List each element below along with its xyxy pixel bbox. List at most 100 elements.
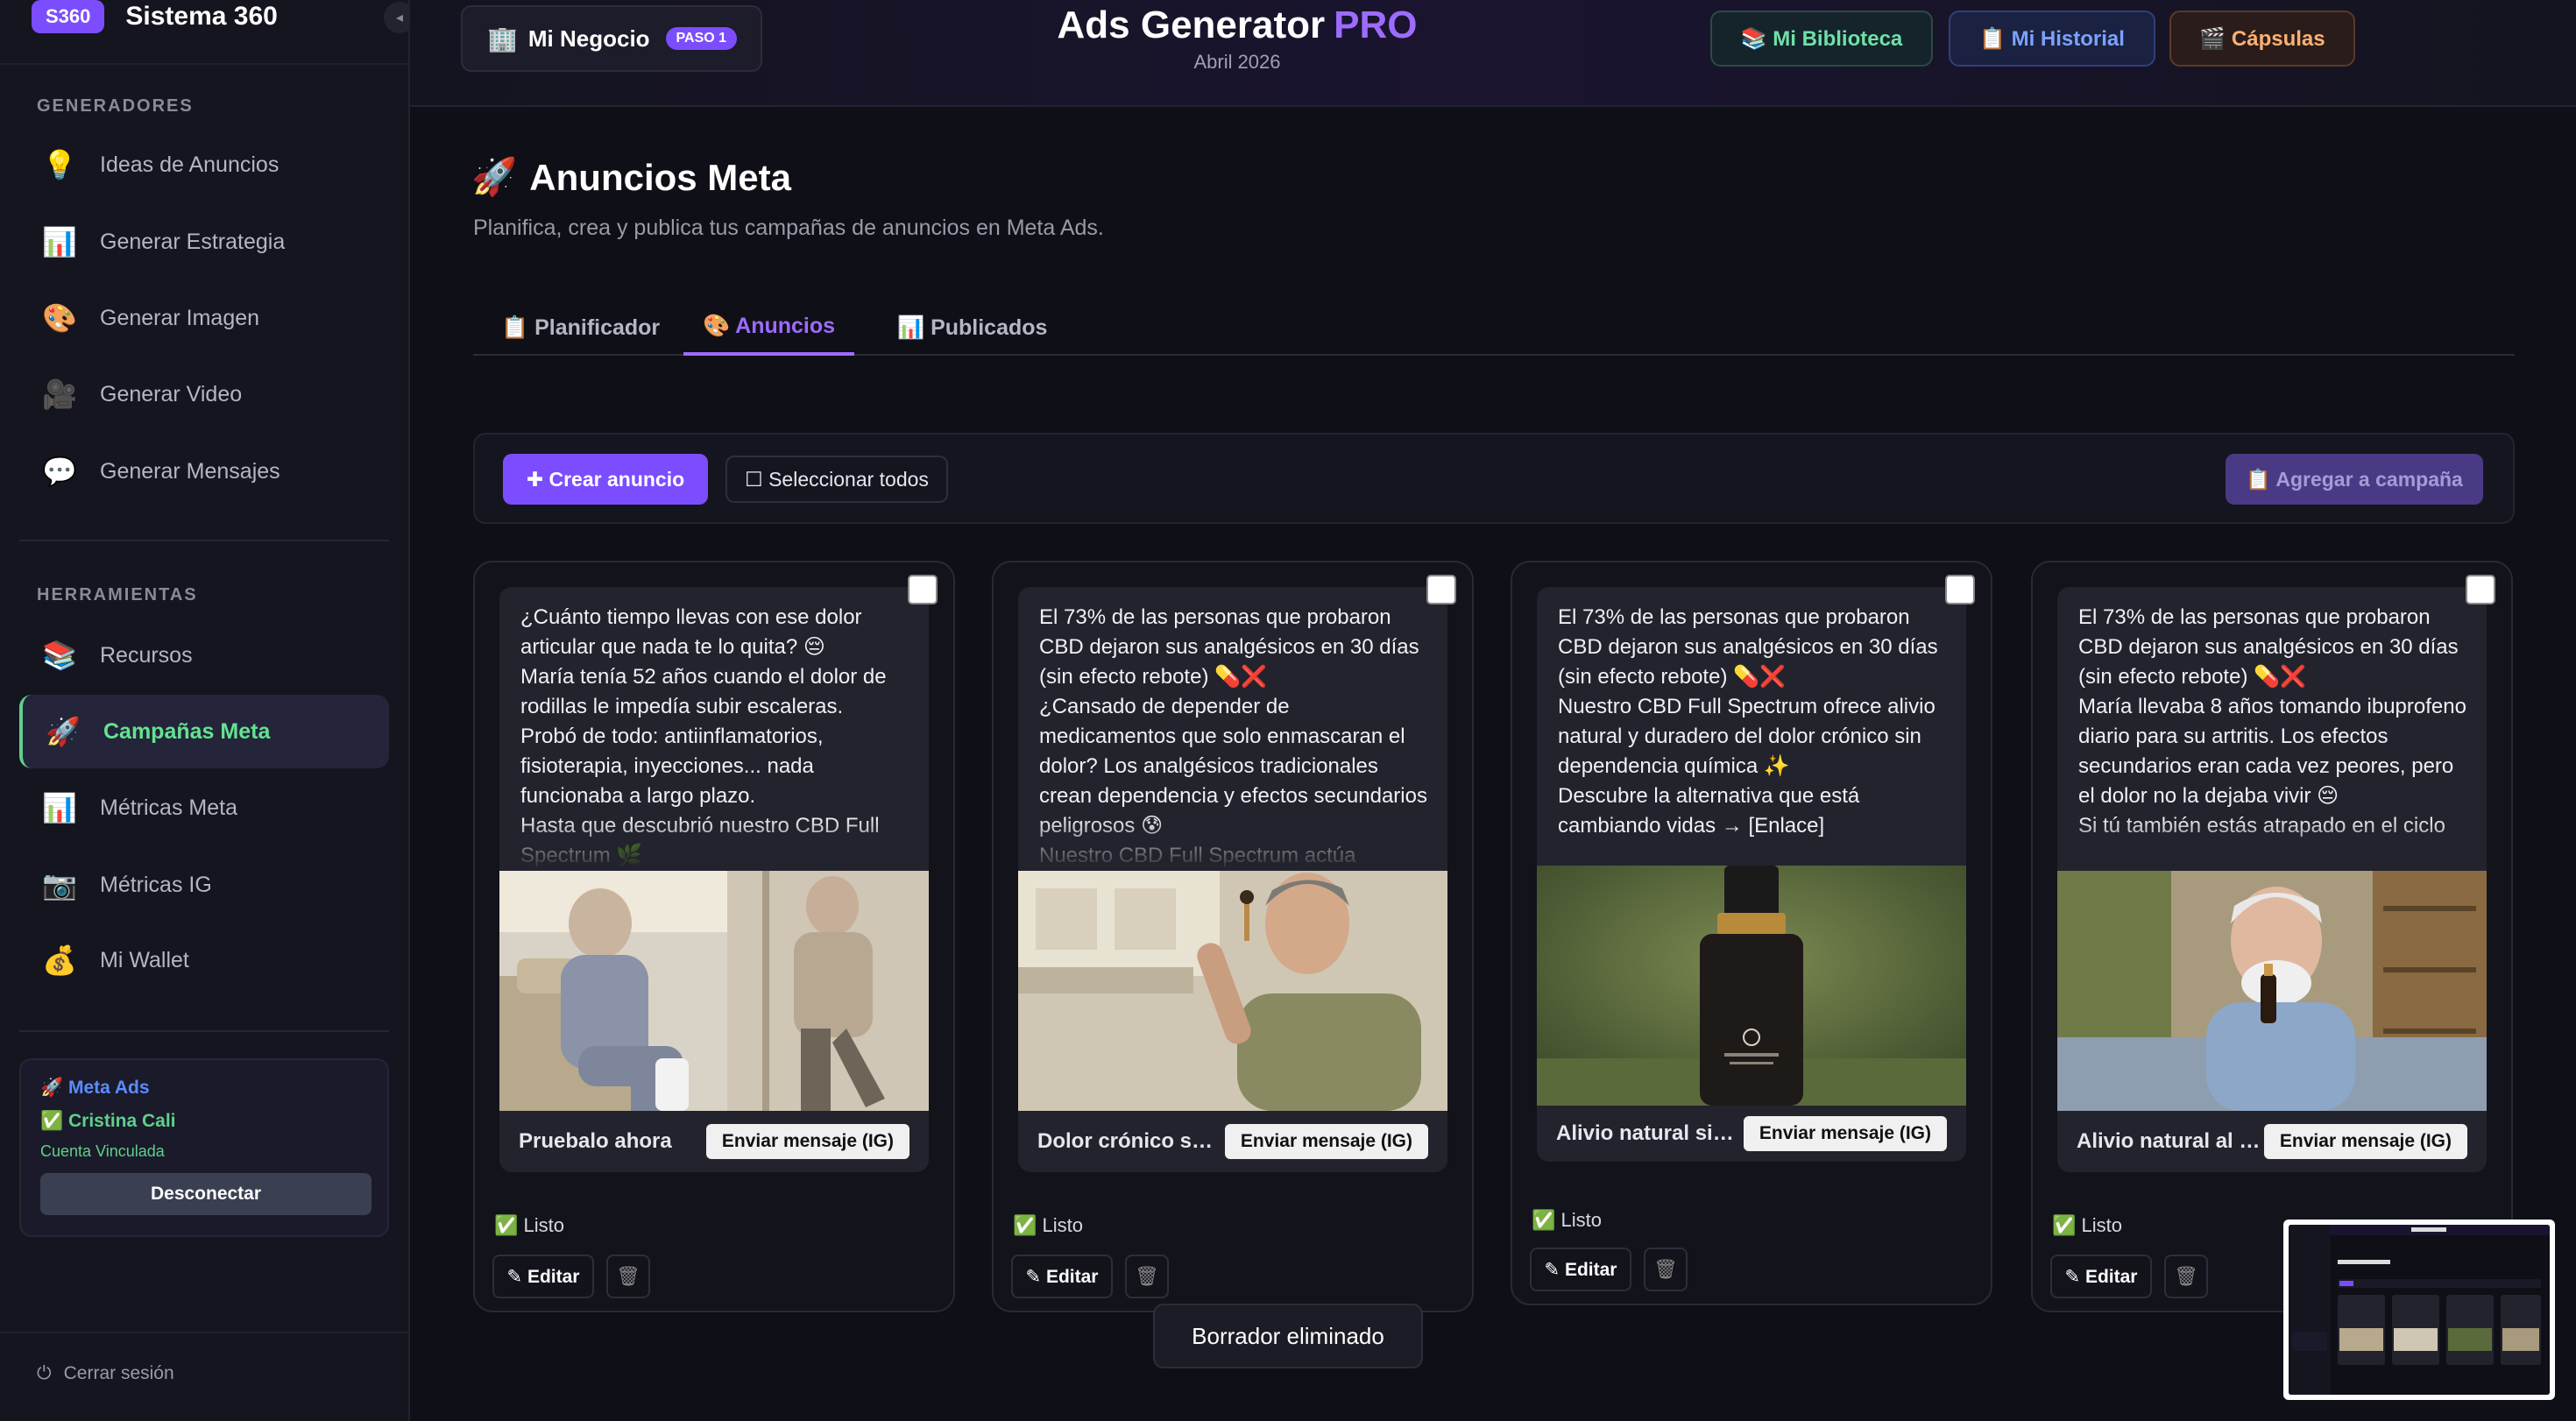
ad-copy: El 73% de las personas que probaron CBD …	[1039, 605, 1427, 867]
status-badge: ✅ Listo	[1532, 1209, 1602, 1231]
books-icon: 📚	[42, 640, 77, 671]
ad-copy: ¿Cuánto tiempo llevas con ese dolor arti…	[520, 605, 887, 867]
status-badge: ✅ Listo	[2052, 1214, 2122, 1236]
card-actions: ✎ Editar 🗑	[2050, 1255, 2208, 1298]
tab-anuncios[interactable]: 🎨 Anuncios	[683, 300, 855, 356]
cta-button[interactable]: Enviar mensaje (IG)	[1743, 1116, 1947, 1151]
ad-cta: Alivio natural al instante Enviar mensaj…	[2057, 1111, 2487, 1172]
brand-badge: S360	[32, 0, 105, 33]
app-title-pro: PRO	[1334, 4, 1418, 46]
ad-cta: Pruebalo ahora Enviar mensaje (IG)	[499, 1111, 929, 1172]
select-checkbox[interactable]	[1945, 575, 1975, 604]
create-ad-button[interactable]: ✚ Crear anuncio	[503, 454, 708, 505]
rocket-icon: 🚀	[46, 716, 81, 747]
sidebar-item-metricas-meta[interactable]: 📊 Métricas Meta	[19, 771, 389, 845]
select-all-button[interactable]: ☐ Seleccionar todos	[725, 456, 948, 503]
select-checkbox[interactable]	[908, 575, 938, 604]
historial-button[interactable]: 📋 Mi Historial	[1949, 11, 2155, 67]
edit-button[interactable]: ✎ Editar	[2050, 1255, 2152, 1298]
biblioteca-button[interactable]: 📚 Mi Biblioteca	[1710, 11, 1933, 67]
ad-preview[interactable]: El 73% de las personas que probaron CBD …	[1018, 587, 1447, 1172]
brand[interactable]: S360 Sistema 360	[32, 0, 278, 33]
add-to-campaign-button[interactable]: 📋 Agregar a campaña	[2226, 454, 2483, 505]
trash-icon[interactable]: 🗑	[606, 1255, 650, 1298]
sidebar-item-generar-estrategia[interactable]: 📊 Generar Estrategia	[19, 205, 389, 279]
card-actions: ✎ Editar 🗑	[1011, 1255, 1169, 1298]
sidebar-item-campanas-meta[interactable]: 🚀 Campañas Meta	[19, 695, 389, 768]
select-checkbox[interactable]	[2466, 575, 2495, 604]
ad-preview[interactable]: El 73% de las personas que probaron CBD …	[2057, 587, 2487, 1172]
section-title-herramientas: HERRAMIENTAS	[37, 585, 198, 604]
palette-icon: 🎨	[42, 302, 77, 334]
ad-image	[1018, 871, 1447, 1111]
status-badge: ✅ Listo	[494, 1214, 564, 1236]
lightbulb-icon: 💡	[42, 149, 77, 180]
ad-headline: Alivio natural al instante	[2077, 1129, 2261, 1153]
sidebar: S360 Sistema 360 ◂ GENERADORES 💡 Ideas d…	[0, 0, 415, 1421]
meta-ads-status: Cuenta Vinculada	[40, 1142, 165, 1160]
bar-chart-icon: 📊	[42, 792, 77, 824]
sidebar-item-generar-imagen[interactable]: 🎨 Generar Imagen	[19, 281, 389, 355]
cta-button[interactable]: Enviar mensaje (IG)	[705, 1124, 909, 1159]
divider	[0, 1332, 408, 1333]
sidebar-item-label: Generar Mensajes	[100, 458, 280, 484]
sidebar-item-label: Generar Video	[100, 381, 243, 407]
select-checkbox[interactable]	[1426, 575, 1456, 604]
sidebar-item-ideas-de-anuncios[interactable]: 💡 Ideas de Anuncios	[19, 128, 389, 201]
app-title-main: Ads Generator	[1057, 4, 1326, 46]
sidebar-item-label: Campañas Meta	[103, 718, 271, 744]
sidebar-item-mi-wallet[interactable]: 💰 Mi Wallet	[19, 923, 389, 997]
edit-button[interactable]: ✎ Editar	[1011, 1255, 1113, 1298]
sidebar-item-generar-mensajes[interactable]: 💬 Generar Mensajes	[19, 435, 389, 508]
section-title-generadores: GENERADORES	[37, 96, 194, 116]
sidebar-item-metricas-ig[interactable]: 📷 Métricas IG	[19, 848, 389, 922]
edit-button[interactable]: ✎ Editar	[492, 1255, 594, 1298]
meta-ads-card: 🚀 Meta Ads ✅ Cristina Cali Cuenta Vincul…	[19, 1058, 389, 1237]
bar-chart-icon: 📊	[42, 226, 77, 258]
capsulas-button[interactable]: 🎬 Cápsulas	[2169, 11, 2355, 67]
ad-cta: Alivio natural sin dependencia Enviar me…	[1537, 1106, 1966, 1162]
ad-preview[interactable]: ¿Cuánto tiempo llevas con ese dolor arti…	[499, 587, 929, 1172]
sidebar-item-label: Ideas de Anuncios	[100, 152, 280, 177]
status-badge: ✅ Listo	[1013, 1214, 1083, 1236]
video-camera-icon: 🎥	[42, 378, 77, 410]
trash-icon[interactable]: 🗑	[1644, 1248, 1688, 1291]
ad-preview[interactable]: El 73% de las personas que probaron CBD …	[1537, 587, 1966, 1162]
tab-publicados[interactable]: 📊 Publicados	[897, 300, 1047, 356]
logout-button[interactable]: ⏻ Cerrar sesión	[37, 1363, 174, 1384]
page-title-text: Anuncios Meta	[529, 156, 791, 198]
topbar: 🏢 Mi Negocio PASO 1 Ads Generator PRO Abr…	[410, 0, 2576, 107]
divider	[19, 540, 389, 541]
screenshot-thumbnail[interactable]	[2283, 1220, 2555, 1400]
sidebar-item-generar-video[interactable]: 🎥 Generar Video	[19, 357, 389, 431]
tabs: 📋 Planificador 🎨 Anuncios 📊 Publicados	[473, 300, 2515, 356]
trash-icon[interactable]: 🗑	[2164, 1255, 2208, 1298]
ad-copy: El 73% de las personas que probaron CBD …	[1558, 605, 1938, 838]
camera-icon: 📷	[42, 869, 77, 901]
cta-button[interactable]: Enviar mensaje (IG)	[1224, 1124, 1428, 1159]
edit-button[interactable]: ✎ Editar	[1530, 1248, 1631, 1291]
ads-toolbar: ✚ Crear anuncio ☐ Seleccionar todos 📋 Ag…	[473, 433, 2515, 524]
cta-button[interactable]: Enviar mensaje (IG)	[2263, 1124, 2467, 1159]
sidebar-item-label: Generar Imagen	[100, 305, 260, 330]
ad-card: ¿Cuánto tiempo llevas con ese dolor arti…	[473, 561, 955, 1312]
sidebar-item-label: Mi Wallet	[100, 947, 189, 972]
ad-card: El 73% de las personas que probaron CBD …	[992, 561, 1474, 1312]
ad-card: El 73% de las personas que probaron CBD …	[2031, 561, 2513, 1312]
money-bag-icon: 💰	[42, 944, 77, 976]
tab-planificador[interactable]: 📋 Planificador	[501, 300, 660, 356]
rocket-icon: 🚀	[471, 156, 518, 197]
ad-copy: El 73% de las personas que probaron CBD …	[2078, 605, 2466, 838]
ad-cta: Dolor crónico sobre el cuerpo Enviar men…	[1018, 1111, 1447, 1172]
ad-headline: Alivio natural sin dependencia	[1556, 1121, 1740, 1145]
speech-bubble-icon: 💬	[42, 456, 77, 487]
ad-card: El 73% de las personas que probaron CBD …	[1511, 561, 1992, 1305]
ad-image	[1537, 866, 1966, 1106]
divider	[19, 1030, 389, 1032]
page-title: 🚀 Anuncios Meta	[471, 156, 791, 199]
disconnect-button[interactable]: Desconectar	[40, 1173, 372, 1215]
trash-icon[interactable]: 🗑	[1125, 1255, 1169, 1298]
sidebar-item-recursos[interactable]: 📚 Recursos	[19, 619, 389, 692]
meta-ads-title: 🚀 Meta Ads	[40, 1078, 150, 1098]
page-subtitle: Planifica, crea y publica tus campañas d…	[473, 216, 1104, 240]
